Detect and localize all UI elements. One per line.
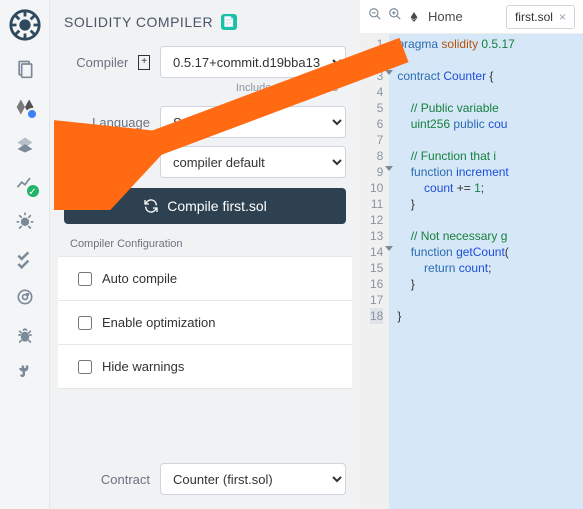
- optimize-label: Enable optimization: [102, 315, 215, 330]
- optimize-row[interactable]: Enable optimization: [58, 301, 352, 345]
- language-label: Language: [64, 115, 150, 130]
- evm-label: EVM Version: [64, 155, 150, 170]
- nightly-text: Include nightly builds: [50, 80, 360, 100]
- plugin-icon[interactable]: [14, 362, 36, 384]
- hide-warnings-row[interactable]: Hide warnings: [58, 345, 352, 389]
- refresh-badge-icon: [26, 108, 38, 120]
- evm-select[interactable]: compiler default: [160, 146, 346, 178]
- compiler-select[interactable]: 0.5.17+commit.d19bba13: [160, 46, 346, 78]
- panel-title: SOLIDITY COMPILER 📄: [50, 10, 360, 40]
- file-tab[interactable]: first.sol ×: [506, 5, 575, 29]
- zoom-in-icon[interactable]: [388, 7, 402, 26]
- hide-warnings-checkbox[interactable]: [78, 360, 92, 374]
- file-tab-label: first.sol: [515, 10, 553, 24]
- bug-icon[interactable]: [14, 324, 36, 346]
- config-heading: Compiler Configuration: [50, 232, 360, 254]
- file-explorer-icon[interactable]: [14, 58, 36, 80]
- code-editor[interactable]: 123456789101112131415161718 pragma solid…: [360, 34, 583, 509]
- compile-button-label: Compile first.sol: [167, 198, 267, 214]
- eth-icon[interactable]: [408, 9, 422, 25]
- add-compiler-icon[interactable]: +: [138, 55, 150, 70]
- docs-icon[interactable]: 📄: [221, 14, 237, 30]
- settings-icon[interactable]: [14, 286, 36, 308]
- success-badge-icon: ✓: [25, 183, 41, 199]
- hide-warnings-label: Hide warnings: [102, 359, 184, 374]
- remix-logo-icon[interactable]: [8, 8, 42, 42]
- refresh-icon: [143, 198, 159, 214]
- home-tab[interactable]: Home: [428, 9, 463, 24]
- analytics-icon[interactable]: ✓: [14, 172, 36, 194]
- zoom-out-icon[interactable]: [368, 7, 382, 26]
- line-gutter: 123456789101112131415161718: [360, 34, 389, 509]
- optimize-checkbox[interactable]: [78, 316, 92, 330]
- debugger-icon[interactable]: [14, 210, 36, 232]
- compile-button[interactable]: Compile first.sol: [64, 188, 346, 224]
- compiler-panel: SOLIDITY COMPILER 📄 Compiler + 0.5.17+co…: [50, 0, 360, 509]
- compiler-label: Compiler: [64, 55, 128, 70]
- auto-compile-checkbox[interactable]: [78, 272, 92, 286]
- auto-compile-row[interactable]: Auto compile: [58, 256, 352, 301]
- language-select[interactable]: Solidity: [160, 106, 346, 138]
- panel-title-text: SOLIDITY COMPILER: [64, 14, 213, 30]
- contract-label: Contract: [64, 472, 150, 487]
- solidity-compiler-icon[interactable]: [14, 96, 36, 118]
- deploy-icon[interactable]: [14, 134, 36, 156]
- auto-compile-label: Auto compile: [102, 271, 177, 286]
- contract-select[interactable]: Counter (first.sol): [160, 463, 346, 495]
- unit-tests-icon[interactable]: [14, 248, 36, 270]
- code-content[interactable]: pragma solidity 0.5.17 contract Counter …: [389, 34, 583, 509]
- left-iconbar: ✓: [0, 0, 50, 509]
- editor-area: Home first.sol × 12345678910111213141516…: [360, 0, 583, 509]
- editor-topbar: Home first.sol ×: [360, 0, 583, 34]
- close-tab-icon[interactable]: ×: [559, 10, 566, 24]
